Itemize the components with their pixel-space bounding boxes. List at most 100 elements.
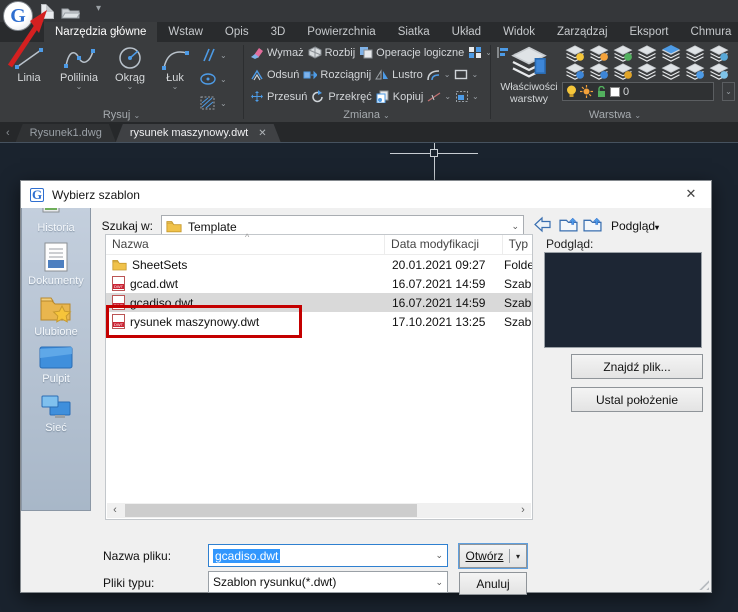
cancel-button[interactable]: Anuluj [459, 572, 527, 595]
open-file-icon[interactable] [61, 6, 80, 19]
up-folder-icon[interactable] [559, 216, 578, 232]
tool-multiline[interactable]: ⌄ [200, 48, 227, 62]
tool-okrag[interactable]: Okrąg ⌄ [108, 45, 152, 89]
chevron-down-icon[interactable]: ⌄ [220, 99, 227, 108]
panel-footer-warstwa[interactable]: Warstwa ⌄ [492, 109, 738, 121]
layer-off-icon[interactable] [564, 63, 586, 80]
tool-operacje-logiczne[interactable]: Operacje logiczne [359, 46, 464, 59]
layer-plain-icon[interactable] [636, 45, 658, 62]
layer-plain-icon[interactable] [660, 63, 682, 80]
tool-rozciagnij[interactable]: Rozciągnij [303, 68, 371, 81]
chevron-down-icon[interactable]: ⌄ [108, 84, 152, 89]
open-dropdown-icon[interactable]: ▾ [510, 552, 526, 561]
layer-thaw-icon[interactable] [588, 45, 610, 62]
layer-select-combo[interactable]: 0 [562, 82, 714, 101]
new-file-icon[interactable] [41, 4, 54, 19]
close-tab-icon[interactable]: ✕ [258, 128, 266, 139]
tab-zarzadzaj[interactable]: Zarządzaj [546, 22, 619, 42]
set-location-button[interactable]: Ustal położenie [571, 387, 703, 412]
tool-przekrec[interactable]: Przekręć [311, 90, 371, 103]
tool-fillet[interactable]: ⌄ [427, 68, 451, 81]
layer-freeze-icon[interactable] [588, 63, 610, 80]
chevron-down-icon[interactable]: ⌄ [444, 70, 451, 79]
tool-linia[interactable]: Linia [4, 45, 54, 84]
app-logo[interactable]: G [3, 1, 33, 31]
new-folder-icon[interactable] [583, 216, 602, 232]
tool-hatch[interactable]: ⌄ [200, 96, 227, 110]
layer-plain-icon[interactable] [684, 45, 706, 62]
chevron-down-icon[interactable]: ⌄ [444, 92, 451, 101]
dialog-close-button[interactable]: ✕ [671, 181, 711, 208]
tool-wymaz[interactable]: Wymaż [250, 46, 304, 59]
chevron-down-icon[interactable]: ⌄ [435, 550, 443, 561]
tool-ellipse[interactable]: ⌄ [200, 72, 227, 86]
tool-luk[interactable]: Łuk ⌄ [156, 45, 194, 89]
column-header-typ[interactable]: Typ [503, 235, 532, 254]
tool-polilinia[interactable]: Polilinia ⌄ [54, 45, 104, 89]
scroll-left-icon[interactable]: ‹ [107, 503, 123, 518]
panel-footer-zmiana[interactable]: Zmiana ⌄ [244, 109, 489, 121]
doc-tab-rysunek1[interactable]: Rysunek1.dwg [16, 124, 116, 142]
chevron-down-icon[interactable]: ⌄ [156, 84, 194, 89]
place-siec[interactable]: Sieć [22, 392, 90, 434]
tab-3d[interactable]: 3D [260, 22, 297, 42]
chevron-down-icon[interactable]: ⌄ [220, 75, 227, 84]
chevron-down-icon[interactable]: ⌄ [471, 70, 478, 79]
layer-current-icon[interactable] [660, 45, 682, 62]
file-type-combo[interactable]: Szablon rysunku(*.dwt) ⌄ [208, 571, 448, 593]
chevron-down-icon[interactable]: ⌄ [220, 51, 227, 60]
file-row-sheetsets[interactable]: SheetSets 20.01.2021 09:27 Folde [106, 255, 532, 274]
place-ulubione[interactable]: Ulubione [22, 294, 90, 338]
chevron-down-icon[interactable]: ⌄ [54, 84, 104, 89]
doc-tab-scroll-left-icon[interactable]: ‹ [0, 127, 16, 142]
layer-on-icon[interactable] [564, 45, 586, 62]
chevron-down-icon[interactable]: ⌄ [511, 221, 519, 232]
layer-plain-icon[interactable] [636, 63, 658, 80]
layer-settings-icon[interactable] [708, 45, 730, 62]
file-row-gcad[interactable]: gcad.dwt 16.07.2021 14:59 Szabl [106, 274, 532, 293]
layer-merge-icon[interactable] [708, 63, 730, 80]
qat-customize-icon[interactable]: ▾ [96, 3, 101, 14]
open-button[interactable]: Otwórz [460, 549, 510, 563]
tool-kopiuj[interactable]: Kopiuj [376, 90, 424, 103]
tool-odsun[interactable]: Odsuń [250, 68, 299, 81]
tool-lustro[interactable]: Lustro [375, 68, 423, 81]
tool-divide[interactable]: ⌄ [427, 90, 451, 103]
layer-unlock-icon[interactable] [612, 45, 634, 62]
back-icon[interactable] [533, 216, 552, 233]
resize-grip[interactable] [697, 578, 709, 590]
tab-wstaw[interactable]: Wstaw [157, 22, 214, 42]
find-file-button[interactable]: Znajdź plik... [571, 354, 703, 379]
layer-combo-dropdown[interactable]: ⌄ [722, 82, 735, 101]
tab-powierzchnia[interactable]: Powierzchnia [296, 22, 386, 42]
column-header-nazwa[interactable]: Nazwa ^ [106, 235, 385, 254]
tool-przesun[interactable]: Przesuń [250, 90, 307, 103]
dialog-title-bar[interactable]: G Wybierz szablon [21, 181, 711, 208]
tab-opis[interactable]: Opis [214, 22, 260, 42]
scroll-right-icon[interactable]: › [515, 503, 531, 518]
place-dokumenty[interactable]: Dokumenty [22, 241, 90, 287]
file-name-combo[interactable]: gcadiso.dwt ⌄ [208, 544, 448, 567]
tool-array-grid[interactable]: ⌄ [468, 46, 492, 59]
tool-rozbij[interactable]: Rozbij [308, 46, 356, 59]
tab-narzedzia-glowne[interactable]: Narzędzia główne [44, 22, 157, 42]
tab-siatka[interactable]: Siatka [387, 22, 441, 42]
tab-eksport[interactable]: Eksport [619, 22, 680, 42]
tab-chmura[interactable]: Chmura [680, 22, 738, 42]
scrollbar-thumb[interactable] [125, 504, 417, 517]
doc-tab-rysunek-maszynowy[interactable]: rysunek maszynowy.dwt ✕ [116, 124, 281, 142]
tab-widok[interactable]: Widok [492, 22, 546, 42]
tab-uklad[interactable]: Układ [441, 22, 492, 42]
chevron-down-icon[interactable]: ⌄ [435, 577, 443, 588]
layer-properties-button[interactable]: Właściwości warstwy [496, 46, 562, 105]
tool-rect-array[interactable]: ⌄ [455, 90, 479, 103]
panel-footer-rysuj[interactable]: Rysuj ⌄ [0, 109, 243, 121]
column-header-data-modyfikacji[interactable]: Data modyfikacji [385, 235, 503, 254]
chevron-down-icon[interactable]: ⌄ [472, 92, 479, 101]
layer-isolate-icon[interactable] [684, 63, 706, 80]
horizontal-scrollbar[interactable]: ‹ › [107, 503, 531, 518]
preview-menu-button[interactable]: Podgląd▾ [611, 219, 659, 233]
layer-lock-icon[interactable] [612, 63, 634, 80]
place-pulpit[interactable]: Pulpit [22, 345, 90, 385]
tool-rectangle[interactable]: ⌄ [454, 68, 478, 81]
